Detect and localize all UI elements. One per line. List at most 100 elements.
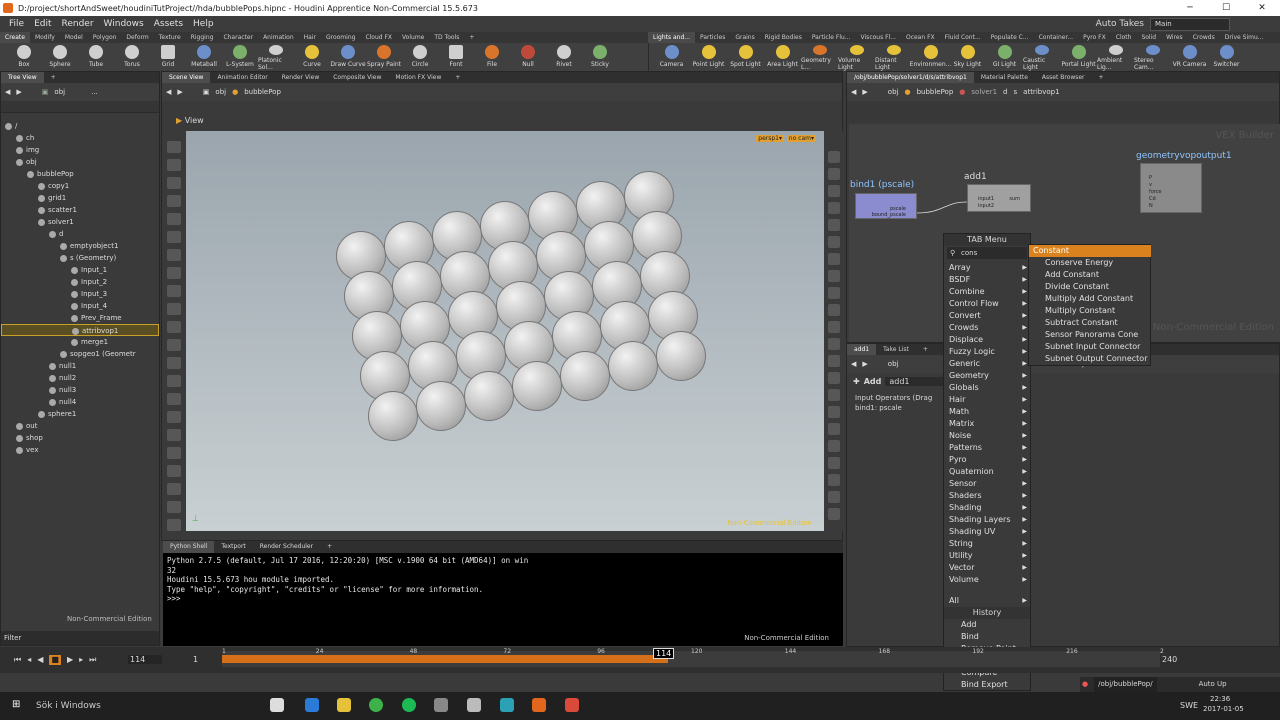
shelf-tool[interactable]: Spray Paint [366,43,402,71]
shelf-tab[interactable]: Ocean FX [901,32,940,43]
viewport-tool-icon[interactable] [167,159,181,171]
tab-menu-category[interactable]: Array ▶ [949,262,1027,274]
network-tab[interactable]: + [1092,72,1111,83]
menu-file[interactable]: File [4,19,29,29]
viewport-tool-icon[interactable] [167,447,181,459]
play-icon[interactable]: ▶ [67,655,73,665]
status-path[interactable]: /obj/bubblePop/ [1094,677,1157,692]
tab-menu-category[interactable]: Crowds ▶ [949,322,1027,334]
forward-arrow-icon[interactable]: ▶ [177,88,182,96]
start-frame-field[interactable]: 1 [193,655,198,664]
viewport-tool-icon[interactable] [167,285,181,297]
tree-row[interactable]: scatter1 [1,204,77,216]
tree-row[interactable]: s (Geometry) [1,252,116,264]
network-tab[interactable]: Material Palette [974,72,1035,83]
display-option-icon[interactable] [828,423,840,435]
display-option-icon[interactable] [828,151,840,163]
tree-row[interactable]: d [1,228,63,240]
shelf-tool[interactable]: Grid [150,43,186,71]
viewport-tool-icon[interactable] [167,177,181,189]
display-option-icon[interactable] [828,389,840,401]
back-arrow-icon[interactable]: ◀ [851,360,856,368]
result-item[interactable]: Conserve Energy [1033,257,1151,269]
desktop-select[interactable]: Main [1150,17,1230,31]
shelf-tab[interactable]: Deform [121,32,153,43]
shelf-tool[interactable]: Metaball [186,43,222,71]
tree-row[interactable]: sphere1 [1,408,76,420]
param-path-obj[interactable]: obj [888,360,899,368]
python-shell[interactable]: Python 2.7.5 (default, Jul 17 2016, 12:2… [163,553,843,646]
tree-row[interactable]: copy1 [1,180,69,192]
scene-tab[interactable]: Motion FX View [388,72,448,83]
result-item[interactable]: Subtract Constant [1033,317,1151,329]
shell-tab[interactable]: Render Scheduler [253,541,320,553]
display-option-icon[interactable] [828,253,840,265]
shelf-tab[interactable]: Texture [154,32,186,43]
display-option-icon[interactable] [828,457,840,469]
shelf-tool[interactable]: L-System [222,43,258,71]
shelf-tab[interactable]: Particle Flu... [807,32,856,43]
shell-tab[interactable]: Textport [214,541,252,553]
tree-row[interactable]: ch [1,132,34,144]
result-item[interactable]: Multiply Constant [1033,305,1151,317]
viewport-tool-icon[interactable] [167,249,181,261]
display-option-icon[interactable] [828,338,840,350]
shelf-tab[interactable]: Cloth [1111,32,1137,43]
stop-icon[interactable]: ■ [49,655,61,665]
forward-arrow-icon[interactable]: ▶ [862,88,867,96]
viewport-tool-icon[interactable] [167,231,181,243]
result-item[interactable]: Multiply Add Constant [1033,293,1151,305]
viewport-tool-icon[interactable] [167,393,181,405]
step-forward-icon[interactable]: ▸ [79,655,83,665]
tree-row[interactable]: Input_3 [1,288,107,300]
tab-menu-category[interactable]: Combine ▶ [949,286,1027,298]
shelf-tab[interactable]: Model [60,32,88,43]
tree-row[interactable]: merge1 [1,336,108,348]
go-end-icon[interactable]: ⏭ [89,655,96,665]
edge-icon[interactable] [305,698,319,712]
tab-menu-category[interactable]: Math ▶ [949,406,1027,418]
explorer-icon[interactable] [337,698,351,712]
scene-tab[interactable]: Animation Editor [210,72,274,83]
output-port[interactable]: force [1149,189,1162,195]
forward-arrow-icon[interactable]: ▶ [16,88,21,96]
shelf-tab[interactable]: Character [218,32,258,43]
tab-menu-all[interactable]: All ▶ [949,595,1027,607]
viewport-tool-icon[interactable] [167,519,181,531]
input-bind1[interactable]: bind1: pscale [855,403,1271,413]
tab-menu-category[interactable]: String ▶ [949,538,1027,550]
display-option-icon[interactable] [828,287,840,299]
light-tool[interactable]: GI Light [986,43,1023,71]
tree-row[interactable]: img [1,144,39,156]
tree-row[interactable]: Input_1 [1,264,107,276]
add-tab-button[interactable]: + [44,72,63,83]
viewport-tool-icon[interactable] [167,213,181,225]
tab-menu-category[interactable]: Control Flow ▶ [949,298,1027,310]
shelf-tab[interactable]: Rigging [186,32,219,43]
history-item[interactable]: Bind Export [949,679,1027,691]
shelf-tab[interactable]: Grains [730,32,759,43]
result-item[interactable]: Add Constant [1033,269,1151,281]
shelf-tab[interactable]: Lights and... [648,32,696,43]
filter-field[interactable]: Filter [1,631,159,645]
display-option-icon[interactable] [828,168,840,180]
shelf-tab[interactable]: TD Tools [429,32,464,43]
output-port[interactable]: Cd [1149,196,1156,202]
shelf-tool[interactable]: Draw Curve [330,43,366,71]
shelf-tab[interactable]: Polygon [88,32,122,43]
bind1-node[interactable]: pscale bound_pscale [855,193,917,219]
tab-menu-category[interactable]: Quaternion ▶ [949,466,1027,478]
display-option-icon[interactable] [828,508,840,520]
tab-tree-view[interactable]: Tree View [1,72,44,83]
viewport-tool-icon[interactable] [167,411,181,423]
menu-windows[interactable]: Windows [99,19,149,29]
tab-menu-category[interactable]: BSDF ▶ [949,274,1027,286]
scene-tab[interactable]: Render View [275,72,327,83]
shelf-tool[interactable]: Box [6,43,42,71]
display-option-icon[interactable] [828,406,840,418]
shelf-tab[interactable]: Animation [258,32,299,43]
viewport-tool-icon[interactable] [167,303,181,315]
output-port[interactable]: P [1149,175,1152,181]
shelf-tool[interactable]: Torus [114,43,150,71]
tab-menu-category[interactable]: Geometry ▶ [949,370,1027,382]
